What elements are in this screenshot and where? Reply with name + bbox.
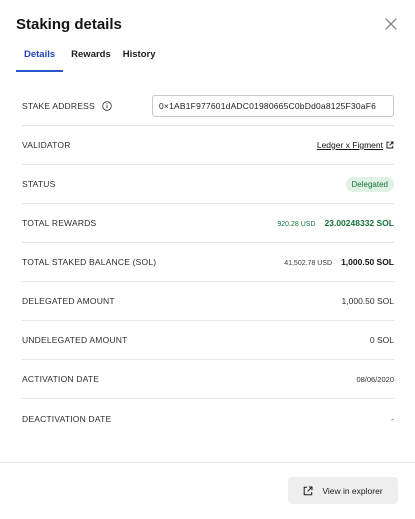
total-staked-label: TOTAL STAKED BALANCE (SOL) bbox=[22, 257, 157, 267]
external-link-icon bbox=[386, 141, 394, 149]
undelegated-label: UNDELEGATED AMOUNT bbox=[22, 335, 128, 345]
total-rewards-value: 920.28 USD 23.00248332 SOL bbox=[277, 218, 394, 228]
stake-address-label: STAKE ADDRESS bbox=[22, 101, 95, 111]
row-undelegated: UNDELEGATED AMOUNT 0 SOL bbox=[22, 321, 394, 360]
delegated-label: DELEGATED AMOUNT bbox=[22, 296, 115, 306]
total-staked-value: 41,502.78 USD 1,000.50 SOL bbox=[284, 257, 394, 267]
status-badge: Delegated bbox=[345, 176, 394, 192]
delegated-value: 1,000.50 SOL bbox=[341, 296, 394, 306]
view-in-explorer-label[interactable]: View in explorer bbox=[322, 486, 382, 496]
row-deactivation: DEACTIVATION DATE - bbox=[22, 399, 394, 438]
dialog-title: Staking details bbox=[16, 16, 122, 33]
stake-address-label-group: STAKE ADDRESS bbox=[22, 101, 112, 111]
row-activation: ACTIVATION DATE 08/06/2020 bbox=[22, 360, 394, 399]
details-list: STAKE ADDRESS 0×1AB1F977601dADC01980665C… bbox=[22, 87, 394, 438]
total-rewards-label: TOTAL REWARDS bbox=[22, 218, 97, 228]
dialog-footer: View in explorer bbox=[0, 462, 415, 519]
validator-label: VALIDATOR bbox=[22, 140, 71, 150]
total-staked-sol: 1,000.50 SOL bbox=[341, 257, 394, 267]
stake-address-field[interactable]: 0×1AB1F977601dADC01980665C0bDd0a8125F30a… bbox=[152, 95, 394, 117]
info-icon[interactable] bbox=[102, 101, 112, 111]
row-total-rewards: TOTAL REWARDS 920.28 USD 23.00248332 SOL bbox=[22, 204, 394, 243]
validator-name[interactable]: Ledger x Figment bbox=[317, 140, 383, 150]
external-link-icon bbox=[303, 486, 313, 496]
view-in-explorer-button[interactable]: View in explorer bbox=[288, 477, 398, 504]
tab-rewards[interactable]: Rewards bbox=[71, 46, 111, 72]
tab-details[interactable]: Details bbox=[16, 46, 64, 72]
row-total-staked: TOTAL STAKED BALANCE (SOL) 41,502.78 USD… bbox=[22, 243, 394, 282]
tab-history[interactable]: History bbox=[123, 46, 156, 72]
undelegated-value: 0 SOL bbox=[369, 335, 394, 345]
activation-label: ACTIVATION DATE bbox=[22, 374, 100, 384]
total-rewards-usd: 920.28 USD bbox=[277, 221, 316, 228]
validator-link[interactable]: Ledger x Figment bbox=[317, 140, 394, 150]
row-delegated: DELEGATED AMOUNT 1,000.50 SOL bbox=[22, 282, 394, 321]
row-stake-address: STAKE ADDRESS 0×1AB1F977601dADC01980665C… bbox=[22, 87, 394, 126]
deactivation-value: - bbox=[391, 413, 394, 424]
tab-bar: Details Rewards History bbox=[16, 46, 168, 72]
activation-value: 08/06/2020 bbox=[356, 374, 394, 384]
close-icon[interactable] bbox=[383, 16, 399, 32]
total-staked-usd: 41,502.78 USD bbox=[284, 260, 333, 267]
dialog-header: Staking details bbox=[16, 14, 401, 36]
deactivation-label: DEACTIVATION DATE bbox=[22, 413, 112, 424]
row-status: STATUS Delegated bbox=[22, 165, 394, 204]
row-validator: VALIDATOR Ledger x Figment bbox=[22, 126, 394, 165]
status-label: STATUS bbox=[22, 179, 56, 189]
total-rewards-sol: 23.00248332 SOL bbox=[324, 218, 394, 228]
